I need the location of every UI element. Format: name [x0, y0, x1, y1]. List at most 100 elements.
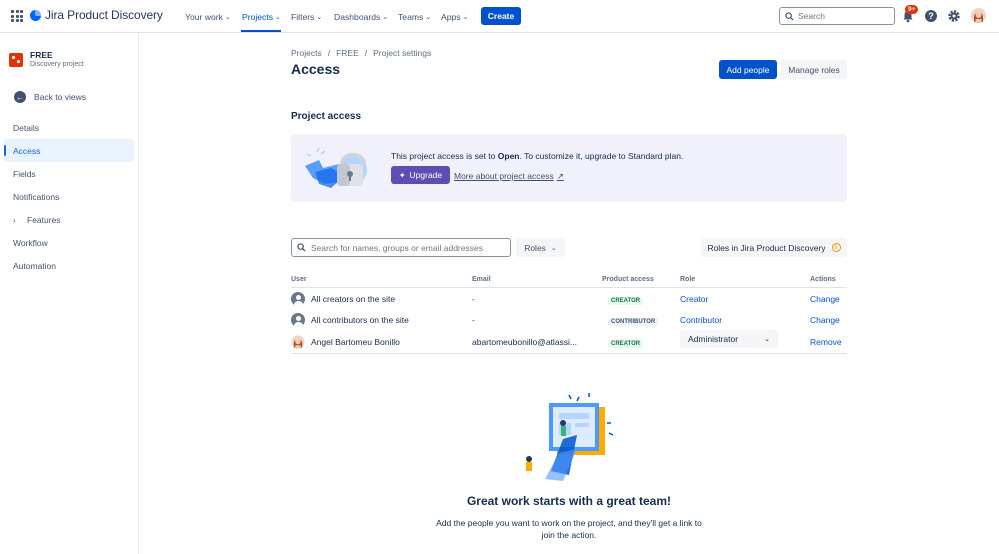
role-select[interactable]: Administrator ⌄: [680, 330, 778, 348]
user-cell: All contributors on the site: [291, 312, 409, 327]
nav-filters[interactable]: Filters ⌄: [291, 10, 322, 23]
search-icon: [785, 11, 794, 21]
sparkle-icon: ✦: [398, 170, 406, 180]
roles-in-jpd-button[interactable]: Roles in Jira Product Discovery i: [701, 238, 847, 257]
banner-text-bold: Open: [497, 151, 520, 161]
settings-gear-icon[interactable]: [947, 9, 961, 23]
external-link-icon: ↗: [556, 171, 564, 181]
chevron-down-icon: ⌄: [550, 244, 557, 252]
manage-roles-button[interactable]: Manage roles: [781, 60, 847, 79]
user-search-input[interactable]: [311, 242, 506, 253]
column-header-product-access: Product access: [602, 276, 654, 283]
sidebar-item-label: Notifications: [13, 192, 60, 202]
user-avatar-image: [971, 8, 986, 23]
remove-link[interactable]: Remove: [810, 337, 842, 347]
nav-label: Filters: [291, 11, 315, 22]
help-icon[interactable]: ?: [924, 9, 938, 23]
user-search[interactable]: [291, 238, 511, 257]
project-sidebar: FREE Discovery project ← Back to views D…: [0, 33, 139, 554]
role-link[interactable]: Creator: [680, 294, 708, 304]
change-link[interactable]: Change: [810, 294, 840, 304]
banner-text-post: . To customize it, upgrade to Standard p…: [519, 151, 684, 161]
table-row: All contributors on the site - CONTRIBUT…: [291, 309, 847, 330]
breadcrumb-settings[interactable]: Project settings: [373, 48, 431, 58]
nav-label: Dashboards: [334, 11, 381, 22]
nav-projects[interactable]: Projects ⌄: [242, 10, 281, 23]
sidebar-item-workflow[interactable]: Workflow: [13, 238, 48, 248]
nav-your-work[interactable]: Your work ⌄: [185, 10, 231, 23]
nav-label: Projects: [242, 11, 274, 22]
sidebar-item-label: Automation: [13, 261, 56, 271]
top-navigation: Jira Product Discovery Your work ⌄ Projec…: [0, 0, 999, 33]
table-row: All creators on the site - CREATOR Creat…: [291, 288, 847, 309]
sidebar-item-access[interactable]: Access: [13, 146, 40, 156]
user-cell: Angel Bartomeu Bonillo: [291, 334, 400, 349]
roles-filter-dropdown[interactable]: Roles ⌄: [516, 238, 565, 257]
sidebar-item-notifications[interactable]: Notifications: [13, 192, 59, 202]
project-type: Discovery project: [30, 61, 84, 68]
breadcrumb-projects[interactable]: Projects: [291, 48, 322, 58]
upgrade-button[interactable]: ✦ Upgrade: [391, 166, 450, 184]
add-people-button[interactable]: Add people: [719, 60, 777, 79]
sidebar-item-automation[interactable]: Automation: [13, 261, 56, 271]
user-avatar[interactable]: [971, 8, 986, 23]
user-cell: All creators on the site: [291, 291, 396, 306]
table-row: Angel Bartomeu Bonillo abartomeubonillo@…: [291, 330, 847, 352]
column-header-actions: Actions: [810, 276, 836, 283]
upgrade-banner: This project access is set to Open. To c…: [291, 134, 847, 202]
change-link[interactable]: Change: [810, 315, 840, 325]
user-avatar: [291, 334, 305, 349]
chevron-down-icon: ⌄: [382, 13, 389, 21]
svg-text:?: ?: [928, 11, 934, 21]
sidebar-item-details[interactable]: Details: [13, 123, 39, 133]
role-select-value: Administrator: [688, 334, 739, 344]
nav-dashboards[interactable]: Dashboards ⌄: [334, 10, 388, 23]
role-link[interactable]: Contributor: [680, 315, 722, 325]
chevron-down-icon: ⌄: [462, 13, 469, 21]
nav-teams[interactable]: Teams ⌄: [398, 10, 431, 23]
sidebar-item-features[interactable]: › Features: [13, 215, 61, 225]
back-label: Back to views: [34, 92, 86, 102]
access-lozenge-text: CREATOR: [608, 296, 644, 305]
project-avatar: [9, 53, 23, 67]
search-icon: [297, 243, 306, 252]
breadcrumb-separator: /: [364, 48, 368, 58]
more-about-access-link[interactable]: More about project access ↗: [454, 171, 564, 182]
padlock-illustration: [305, 147, 367, 188]
product-logo[interactable]: Jira Product Discovery: [30, 8, 163, 22]
breadcrumb-separator: /: [327, 48, 331, 58]
project-access-heading: Project access: [291, 111, 362, 122]
nav-label: Teams: [398, 11, 424, 22]
arrow-left-icon: ←: [14, 91, 26, 103]
roles-filter-label: Roles: [524, 242, 546, 253]
nav-label: Your work: [185, 11, 223, 22]
empty-state-description: Add the people you want to work on the p…: [436, 518, 702, 540]
sidebar-item-fields[interactable]: Fields: [13, 169, 36, 179]
group-avatar-icon: [291, 312, 305, 327]
email-cell: abartomeubonillo@atlassi...: [472, 336, 578, 347]
chevron-right-icon: ›: [13, 215, 16, 225]
product-name: Jira Product Discovery: [45, 8, 163, 22]
breadcrumb-project[interactable]: FREE: [336, 48, 359, 58]
sidebar-selected-indicator: [4, 145, 6, 156]
access-lozenge: CONTRIBUTOR: [608, 315, 659, 326]
user-name: Angel Bartomeu Bonillo: [311, 336, 400, 347]
chevron-down-icon: ⌄: [316, 13, 323, 21]
project-header: FREE Discovery project: [9, 50, 84, 68]
chevron-down-icon: ⌄: [425, 13, 432, 21]
info-icon: i: [831, 243, 841, 252]
global-search[interactable]: [779, 7, 895, 25]
page-title: Access: [291, 61, 341, 77]
create-button[interactable]: Create: [481, 7, 521, 25]
user-name: All creators on the site: [311, 293, 396, 304]
roles-jpd-label: Roles in Jira Product Discovery: [707, 242, 826, 253]
app-switcher-icon[interactable]: [11, 10, 23, 22]
sidebar-item-label: Features: [27, 215, 61, 225]
sidebar-item-label: Workflow: [13, 238, 48, 248]
column-header-role: Role: [680, 276, 696, 283]
nav-apps[interactable]: Apps ⌄: [441, 10, 468, 23]
back-to-views-link[interactable]: ← Back to views: [14, 91, 86, 103]
upgrade-label: Upgrade: [409, 170, 443, 180]
chevron-down-icon: ⌄: [764, 336, 770, 343]
search-input[interactable]: [798, 11, 888, 21]
